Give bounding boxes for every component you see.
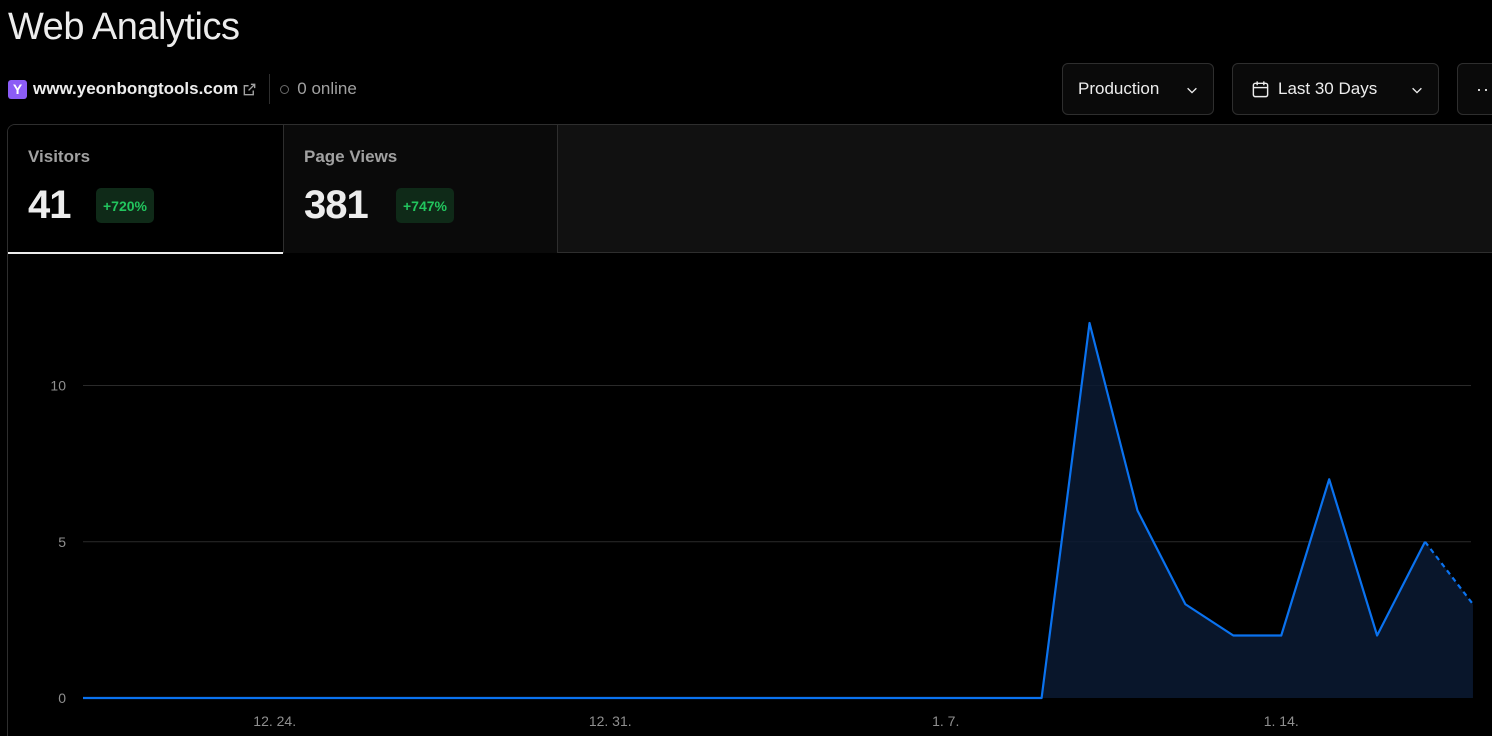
site-favicon: Y: [8, 79, 27, 99]
tab-label: Page Views: [304, 147, 398, 166]
metric-tabs: Visitors 41 +720% Page Views 381 +747%: [8, 125, 1492, 254]
tab-label: Visitors: [28, 147, 91, 166]
date-range-select[interactable]: Last 30 Days: [1232, 63, 1439, 115]
tab-visitors[interactable]: Visitors 41 +720%: [8, 125, 284, 254]
calendar-icon: [1252, 80, 1269, 97]
divider: [269, 74, 271, 104]
site-domain-link[interactable]: www.yeonbongtools.com: [33, 79, 238, 99]
date-range-label: Last 30 Days: [1278, 79, 1378, 98]
more-options-button[interactable]: ···: [1457, 63, 1492, 115]
chevron-down-icon: [1187, 87, 1197, 94]
online-status-dot: [280, 84, 290, 94]
site-info: Y www.yeonbongtools.com 0 online: [8, 74, 357, 104]
page-title: Web Analytics: [8, 6, 240, 48]
metric-value: 41: [28, 183, 71, 227]
environment-select[interactable]: Production: [1062, 63, 1214, 115]
change-badge: +747%: [396, 188, 454, 223]
tab-page-views[interactable]: Page Views 381 +747%: [284, 125, 558, 253]
metric-value: 381: [304, 183, 369, 227]
analytics-panel: Visitors 41 +720% Page Views 381 +747%: [7, 124, 1492, 736]
change-badge: +720%: [96, 188, 154, 223]
environment-label: Production: [1078, 79, 1160, 98]
more-icon: ···: [1476, 78, 1492, 99]
chevron-down-icon: [1412, 87, 1422, 94]
online-count: 0 online: [297, 79, 357, 98]
external-link-icon[interactable]: [242, 82, 257, 97]
